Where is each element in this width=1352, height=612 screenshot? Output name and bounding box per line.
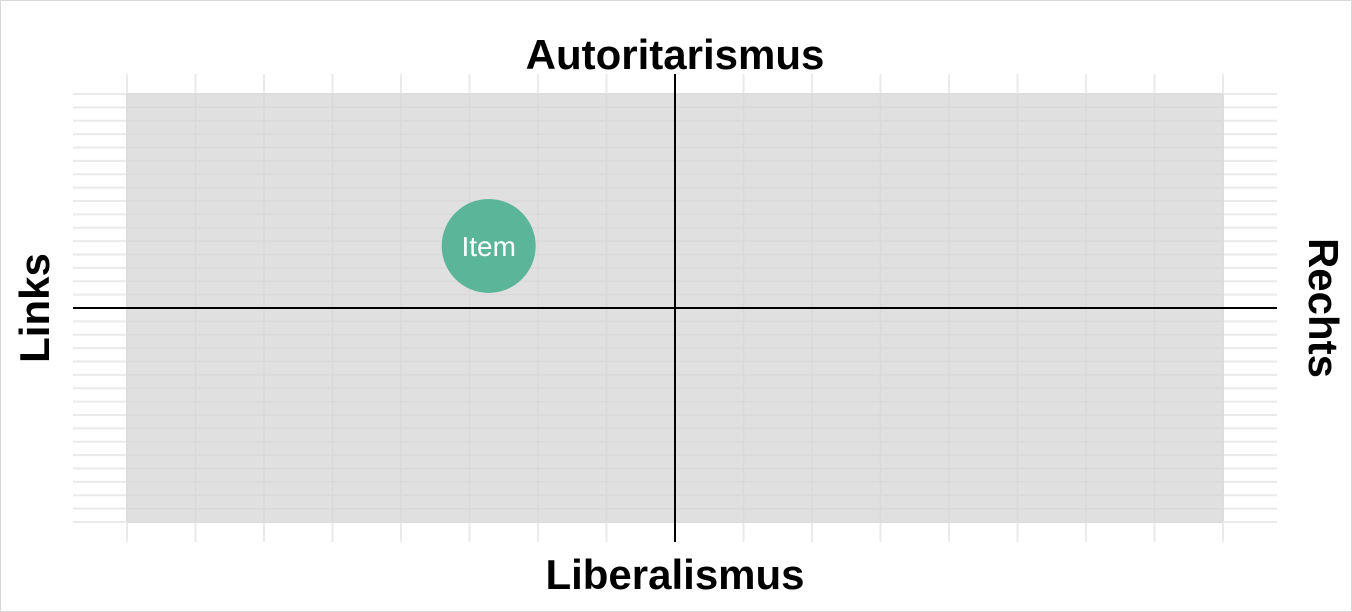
data-points: Item: [441, 198, 536, 293]
data-point-label: Item: [461, 231, 515, 262]
axis-label-top: Autoritarismus: [526, 31, 825, 78]
axis-label-bottom: Liberalismus: [545, 551, 804, 598]
political-compass-chart: Item Autoritarismus Liberalismus Links R…: [11, 31, 1347, 598]
chart-frame: Item Autoritarismus Liberalismus Links R…: [0, 0, 1352, 612]
axis-label-right: Rechts: [1300, 238, 1347, 378]
axis-label-left: Links: [11, 253, 58, 363]
